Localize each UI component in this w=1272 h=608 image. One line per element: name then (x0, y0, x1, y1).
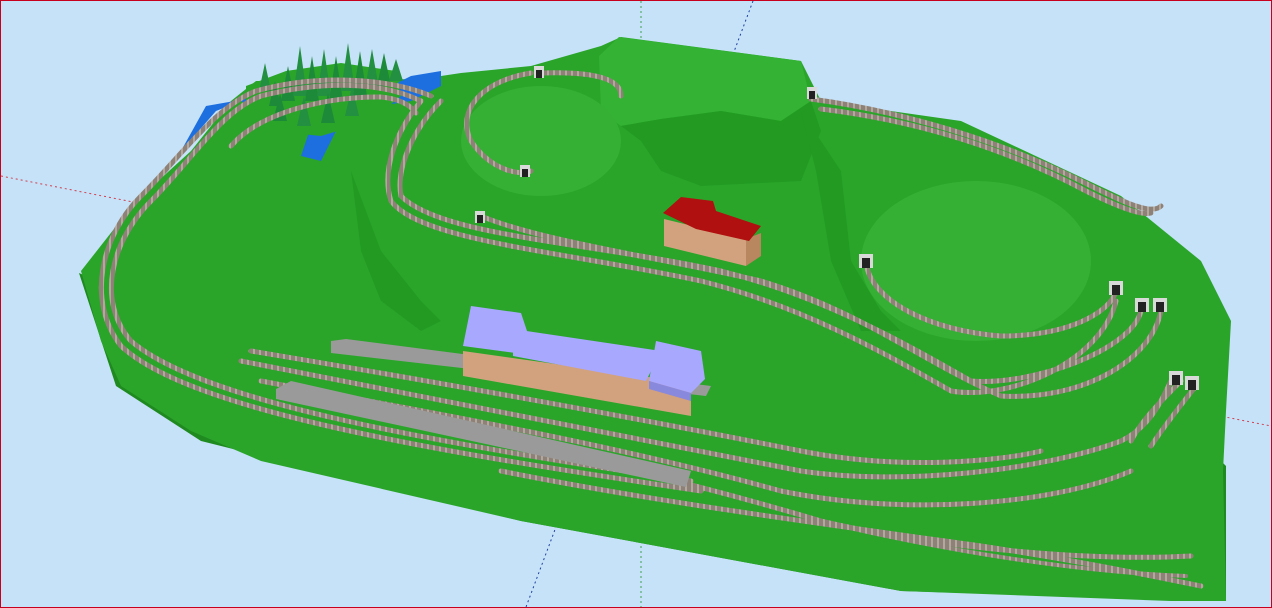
hill-plateau (599, 37, 811, 126)
3d-viewport[interactable] (0, 0, 1272, 608)
tunnel-portal-icon[interactable] (1185, 376, 1199, 390)
loop-hill-left (461, 86, 621, 196)
tunnel-portal-icon[interactable] (520, 165, 530, 177)
tree-icon (389, 59, 403, 81)
loop-hill-right (861, 181, 1091, 341)
tunnel-portal-icon[interactable] (1153, 298, 1167, 312)
tunnel-portal-icon[interactable] (807, 87, 817, 99)
tunnel-portal-icon[interactable] (859, 254, 873, 268)
tunnel-portal-icon[interactable] (1169, 371, 1183, 385)
tunnel-portal-icon[interactable] (534, 66, 544, 78)
railway-layout-scene[interactable] (1, 1, 1271, 607)
station-roof-left (463, 306, 527, 353)
tunnel-portal-icon[interactable] (1135, 298, 1149, 312)
tunnel-portal-icon[interactable] (1109, 281, 1123, 295)
tunnel-portal-icon[interactable] (475, 211, 485, 223)
